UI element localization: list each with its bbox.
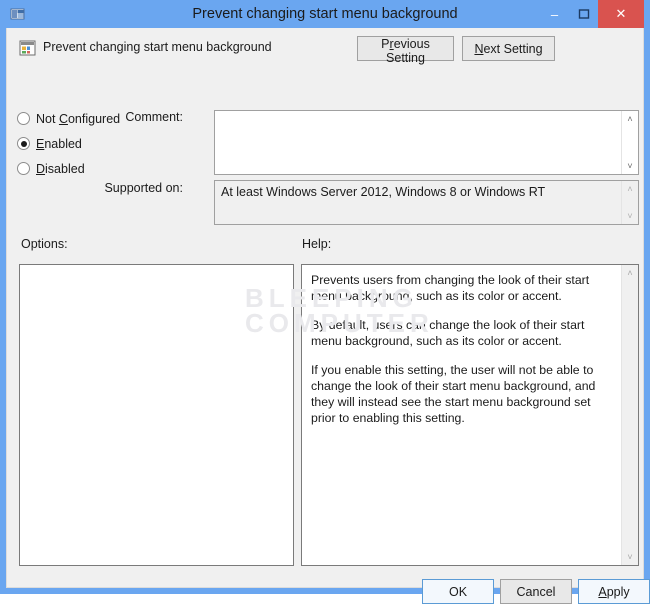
- radio-not-configured-mark: [17, 112, 30, 125]
- ok-button[interactable]: OK: [422, 579, 494, 604]
- minimize-icon: –: [550, 6, 559, 22]
- help-scrollbar[interactable]: ˄ ˅: [621, 265, 638, 565]
- radio-enabled[interactable]: Enabled: [17, 131, 132, 156]
- help-paragraph: Prevents users from changing the look of…: [311, 273, 590, 303]
- radio-enabled-mark: [17, 137, 30, 150]
- close-icon: ✕: [615, 6, 627, 21]
- policy-header-row: Prevent changing start menu background P…: [7, 28, 643, 70]
- scroll-up-icon[interactable]: ˄: [622, 111, 639, 127]
- radio-disabled-label: Disabled: [36, 161, 85, 176]
- next-setting-button[interactable]: Next Setting: [462, 36, 555, 61]
- help-paragraph: If you enable this setting, the user wil…: [311, 363, 596, 425]
- maximize-icon: [578, 9, 589, 19]
- scroll-down-icon[interactable]: ˅: [622, 208, 639, 224]
- supported-on-field: At least Windows Server 2012, Windows 8 …: [214, 180, 639, 225]
- title-bar: Prevent changing start menu background –…: [6, 0, 644, 28]
- cancel-button[interactable]: Cancel: [500, 579, 572, 604]
- help-paragraph: By default, users can change the look of…: [311, 318, 585, 348]
- maximize-button[interactable]: [569, 0, 598, 28]
- options-panel[interactable]: [19, 264, 294, 566]
- policy-setting-icon: [19, 39, 37, 57]
- minimize-button[interactable]: –: [540, 0, 569, 28]
- caption-button-group: – ✕: [540, 0, 644, 28]
- comment-label: Comment:: [125, 110, 183, 124]
- supported-on-value: At least Windows Server 2012, Windows 8 …: [221, 185, 546, 199]
- radio-disabled-mark: [17, 162, 30, 175]
- supported-on-label: Supported on:: [104, 181, 183, 195]
- scroll-up-icon[interactable]: ˄: [622, 181, 639, 197]
- options-label: Options:: [21, 237, 68, 251]
- supported-on-scrollbar[interactable]: ˄ ˅: [621, 181, 638, 224]
- comment-scrollbar[interactable]: ˄ ˅: [621, 111, 638, 174]
- window-settings-icon: [10, 6, 26, 22]
- dialog-client-area: BLEEPING COMPUTER Prevent changing start…: [6, 28, 650, 604]
- policy-name-label: Prevent changing start menu background: [43, 40, 272, 54]
- previous-setting-button[interactable]: Previous Setting: [357, 36, 454, 65]
- apply-suffix: pply: [606, 584, 630, 599]
- apply-button[interactable]: Apply: [578, 579, 650, 604]
- next-setting-suffix: ext Setting: [483, 41, 543, 56]
- apply-accel: A: [598, 584, 607, 599]
- scroll-down-icon[interactable]: ˅: [622, 549, 639, 565]
- policy-setting-dialog: Prevent changing start menu background –…: [0, 0, 650, 604]
- help-label: Help:: [302, 237, 332, 251]
- previous-setting-prefix: P: [381, 37, 390, 51]
- radio-enabled-label: Enabled: [36, 136, 82, 151]
- comment-field[interactable]: ˄ ˅: [214, 110, 639, 175]
- help-panel: Prevents users from changing the look of…: [301, 264, 639, 566]
- close-button[interactable]: ✕: [598, 0, 644, 28]
- radio-disabled[interactable]: Disabled: [17, 156, 132, 181]
- help-text: Prevents users from changing the look of…: [302, 265, 621, 565]
- scroll-up-icon[interactable]: ˄: [622, 265, 639, 281]
- comment-input[interactable]: [215, 111, 621, 174]
- scroll-down-icon[interactable]: ˅: [622, 158, 639, 174]
